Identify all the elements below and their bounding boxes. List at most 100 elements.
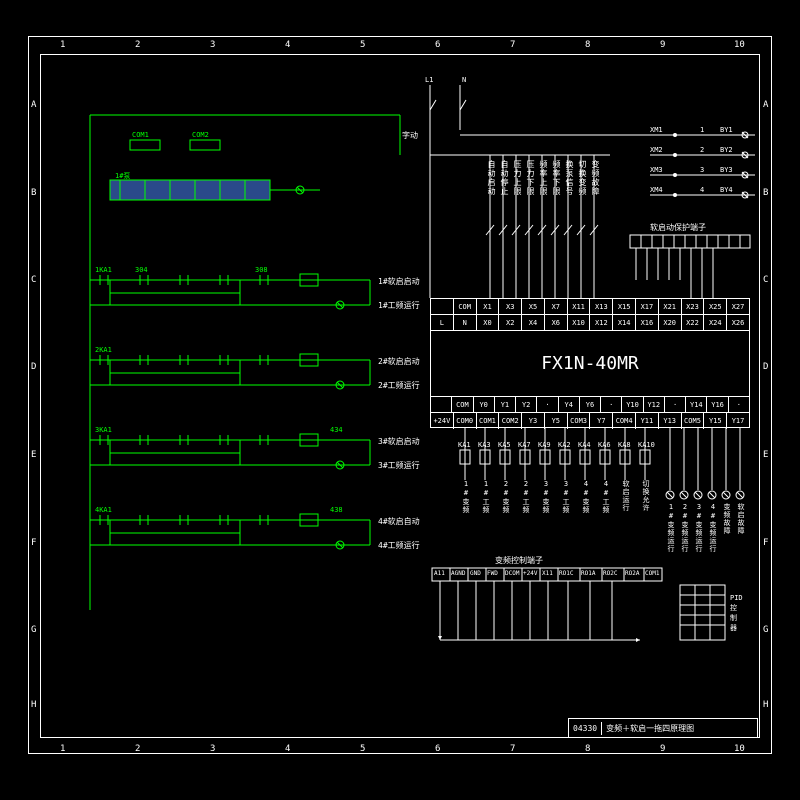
plc-block: COM X1 X3 X5 X7 X11 X13 X15 X17 X21 X23 … [430, 298, 750, 428]
func-4: 2#工频运行 [378, 380, 420, 391]
vfd-t-6: X11 [542, 570, 553, 577]
func-7: 4#软启自动 [378, 516, 420, 527]
svg-text:制: 制 [730, 613, 737, 622]
out-f-2: 2#变频 [501, 480, 511, 530]
svg-text:308: 308 [255, 266, 268, 274]
func-1: 1#软启启动 [378, 276, 420, 287]
svg-text:KA8: KA8 [618, 441, 631, 449]
out-f-15: 软启故障 [736, 503, 746, 563]
vfd-t-10: RO2A [625, 570, 639, 577]
func-8: 4#工频运行 [378, 540, 420, 551]
vfd-t-8: RO1A [581, 570, 595, 577]
vfd-t-1: AGND [451, 570, 465, 577]
by4: BY4 [720, 186, 733, 194]
vfd-t-3: FWD [487, 570, 498, 577]
pid-block [680, 585, 725, 640]
n2: 2 [700, 146, 704, 154]
xm4: XM4 [650, 186, 663, 194]
svg-text:3KA1: 3KA1 [95, 426, 112, 434]
svg-text:KA1: KA1 [458, 441, 471, 449]
ladder-top-block: COM1 COM2 1#泵 [90, 115, 400, 610]
out-f-1: 1#工频 [481, 480, 491, 530]
vfd-t-9: RO2C [603, 570, 617, 577]
xm3: XM3 [650, 166, 663, 174]
vfd-t-5: +24V [523, 570, 537, 577]
vfd-t-0: A11 [434, 570, 445, 577]
plc-row-2: L N X0 X2 X4 X6 X10 X12 X14 X16 X20 X22 … [431, 315, 749, 331]
by1: BY1 [720, 126, 733, 134]
out-f-14: 变频故障 [722, 503, 732, 563]
vlabel-3: 压力下限 [525, 160, 536, 220]
svg-text:1#泵: 1#泵 [115, 172, 130, 180]
plc-row-1: COM X1 X3 X5 X7 X11 X13 X15 X17 X21 X23 … [431, 299, 749, 315]
vfd-t-4: DCOM [505, 570, 519, 577]
vlabel-6: 换泵信号 [564, 160, 575, 220]
out-f-8: 软启运行 [621, 480, 631, 530]
out-f-0: 1#变频 [461, 480, 471, 530]
out-f-6: 4#变频 [581, 480, 591, 530]
func-6: 3#工频运行 [378, 460, 420, 471]
vlabel-8: 变频故障 [590, 160, 601, 220]
out-f-13: 4#变频运行 [708, 503, 718, 563]
label-n: N [462, 76, 466, 84]
vlabel-4: 频率上限 [538, 160, 549, 220]
vfd-t-7: RO1C [559, 570, 573, 577]
svg-text:304: 304 [135, 266, 148, 274]
vfd-t-11: COM1 [645, 570, 659, 577]
out-f-3: 2#工频 [521, 480, 531, 530]
vfd-label: 变频控制端子 [495, 555, 543, 566]
plc-model: FX1N-40MR [431, 331, 749, 397]
svg-text:KA10: KA10 [638, 441, 655, 449]
svg-text:KA6: KA6 [598, 441, 611, 449]
out-f-10: 1#变频运行 [666, 503, 676, 563]
n4: 4 [700, 186, 704, 194]
out-f-11: 2#变频运行 [680, 503, 690, 563]
out-f-7: 4#工频 [601, 480, 611, 530]
vlabel-5: 频率下限 [551, 160, 562, 220]
svg-text:1KA1: 1KA1 [95, 266, 112, 274]
out-f-4: 3#变频 [541, 480, 551, 530]
svg-text:PID: PID [730, 594, 743, 602]
svg-text:KA3: KA3 [478, 441, 491, 449]
by3: BY3 [720, 166, 733, 174]
soft-starter-cells [641, 235, 740, 248]
drawing-name: 变频＋软启一拖四原理图 [602, 721, 757, 736]
func-5: 3#软启启动 [378, 436, 420, 447]
svg-text:KA5: KA5 [498, 441, 511, 449]
svg-text:KA9: KA9 [538, 441, 551, 449]
vlabel-1: 自动停止 [499, 160, 510, 220]
plc-row-4: +24V COM0 COM1 COM2 Y3 Y5 COM3 Y7 COM4 Y… [431, 413, 749, 429]
ladder-rungs: 1KA1 304 308 2KA1 3KA1 [90, 266, 370, 549]
xm1: XM1 [650, 126, 663, 134]
svg-text:KA2: KA2 [558, 441, 571, 449]
func-3: 2#软启启动 [378, 356, 420, 367]
title-block: 04330 变频＋软启一拖四原理图 [568, 718, 758, 738]
svg-text:COM2: COM2 [192, 131, 209, 139]
svg-text:KA4: KA4 [578, 441, 591, 449]
label-l1: L1 [425, 76, 433, 84]
vlabel-0: 自动启动 [486, 160, 497, 220]
soft-starter-label: 软启动保护端子 [650, 222, 706, 233]
vfd-wires [438, 581, 640, 642]
svg-text:器: 器 [730, 624, 737, 632]
xm2: XM2 [650, 146, 663, 154]
out-f-5: 3#工频 [561, 480, 571, 530]
vlabel-7: 切换变频 [577, 160, 588, 220]
func-2: 1#工频运行 [378, 300, 420, 311]
by2: BY2 [720, 146, 733, 154]
plc-row-3: COM Y0 Y1 Y2 · Y4 Y6 · Y10 Y12 · Y14 Y16… [431, 397, 749, 413]
vlabel-2: 压力上限 [512, 160, 523, 220]
n1: 1 [700, 126, 704, 134]
svg-text:438: 438 [330, 506, 343, 514]
svg-text:KA7: KA7 [518, 441, 531, 449]
out-f-9: 切换允许 [641, 480, 651, 530]
svg-text:COM1: COM1 [132, 131, 149, 139]
svg-text:4KA1: 4KA1 [95, 506, 112, 514]
out-f-12: 3#变频运行 [694, 503, 704, 563]
svg-text:控: 控 [730, 603, 737, 612]
n3: 3 [700, 166, 704, 174]
rail-label: 字动 [402, 130, 418, 141]
svg-text:434: 434 [330, 426, 343, 434]
svg-text:2KA1: 2KA1 [95, 346, 112, 354]
vfd-t-2: GND [470, 570, 481, 577]
